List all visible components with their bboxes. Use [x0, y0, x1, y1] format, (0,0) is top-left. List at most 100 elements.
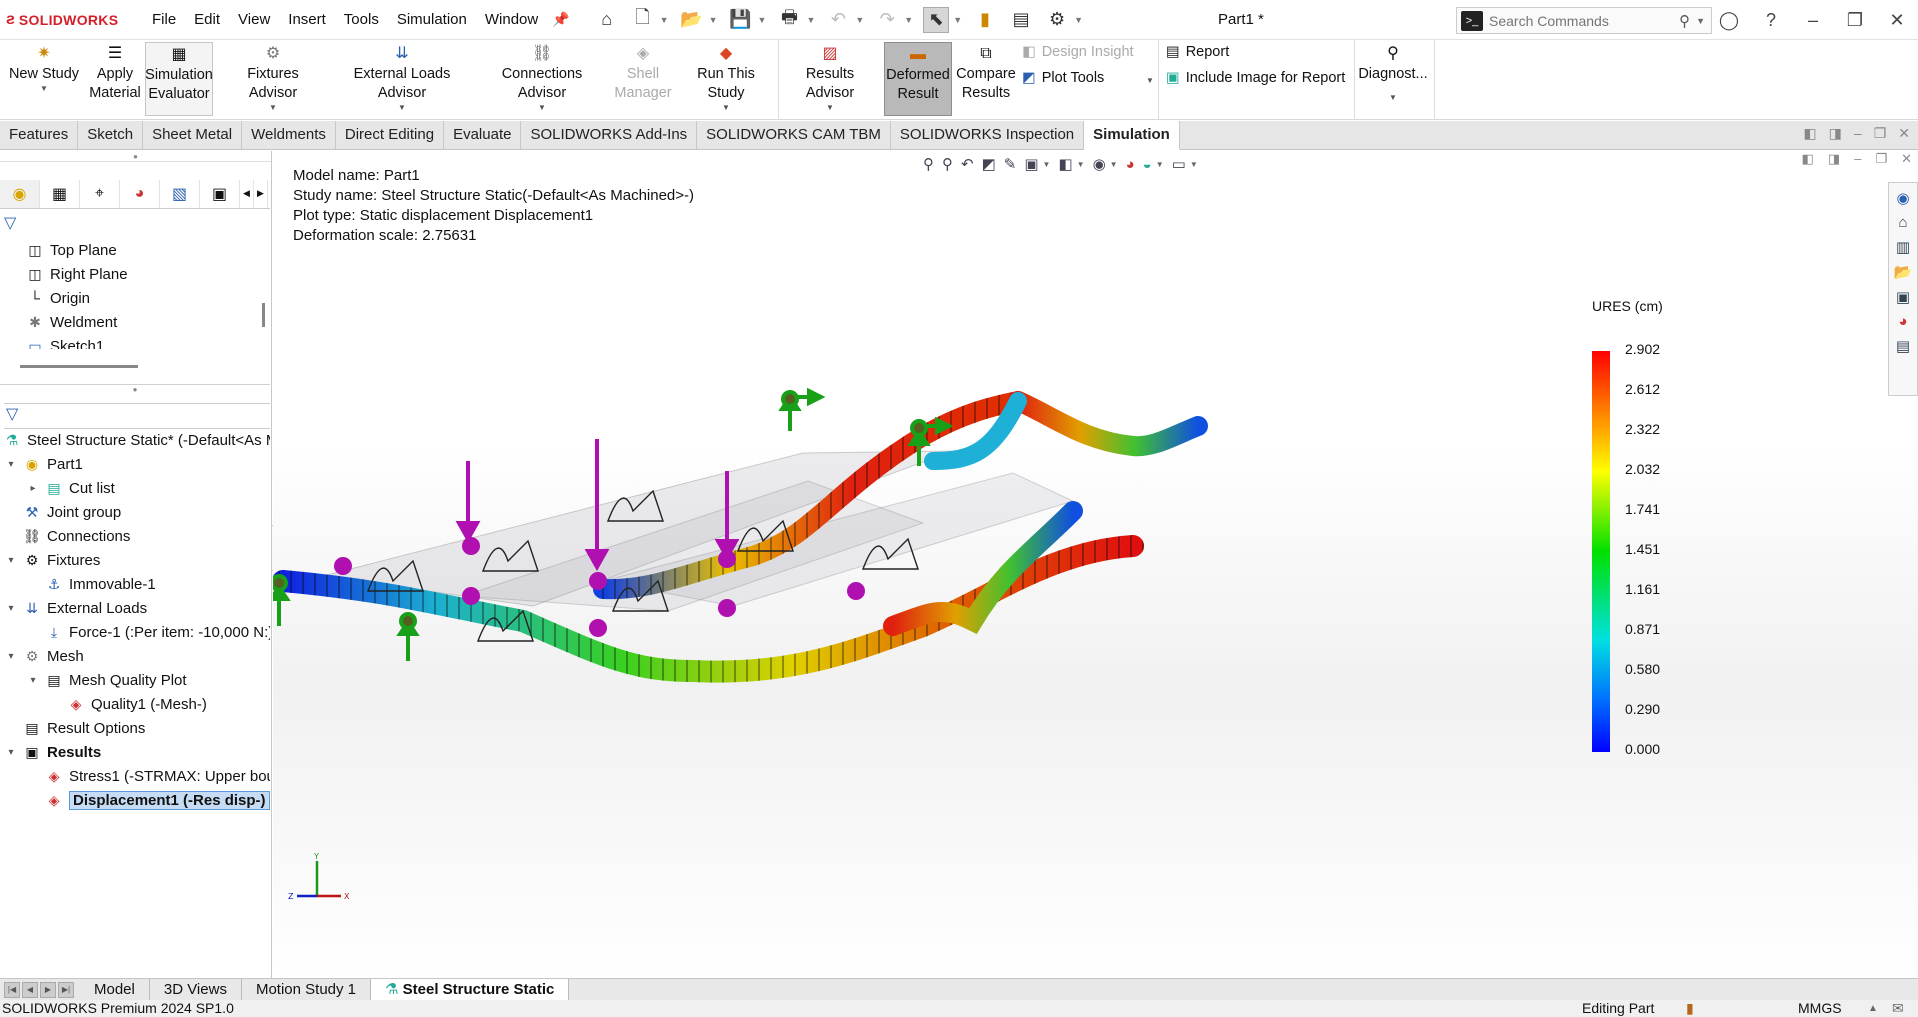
- shell-manager-button[interactable]: ◈ Shell Manager: [610, 42, 676, 116]
- tree-item-displacement1[interactable]: ◈ Displacement1 (-Res disp-): [44, 789, 270, 811]
- tree-item-joint-group[interactable]: ⚒ Joint group: [22, 501, 122, 523]
- panel-grip[interactable]: ●: [0, 151, 271, 162]
- section-view-icon[interactable]: ◩: [982, 155, 996, 173]
- zoom-to-area-icon[interactable]: ⚲: [942, 155, 953, 173]
- tree-item-external-loads[interactable]: ▾ ⇊ External Loads: [4, 597, 147, 619]
- tab-motion-study-1[interactable]: Motion Study 1: [242, 978, 372, 1001]
- tab-solidworks-cam-tbm[interactable]: SOLIDWORKS CAM TBM: [697, 121, 891, 150]
- tree-item-fixtures[interactable]: ▾ ⚙ Fixtures: [4, 549, 100, 571]
- minimize-icon[interactable]: –: [1854, 125, 1862, 142]
- menu-file[interactable]: File: [152, 11, 176, 28]
- tree-item-connections[interactable]: ⛓ Connections: [22, 525, 130, 547]
- new-study-button[interactable]: ✷ New Study ▼: [8, 42, 80, 116]
- tree-item-mesh-quality-plot[interactable]: ▾ ▤ Mesh Quality Plot: [26, 669, 186, 691]
- menu-window[interactable]: Window: [485, 11, 538, 28]
- chevron-down-icon[interactable]: ▼: [758, 15, 767, 25]
- tab-features[interactable]: Features: [0, 121, 79, 150]
- chevron-right-icon[interactable]: ▸: [26, 483, 40, 494]
- restore-icon[interactable]: ❐: [1875, 151, 1887, 167]
- chevron-down-icon[interactable]: ▼: [1190, 160, 1198, 169]
- options-gear-icon[interactable]: ⚙: [1044, 7, 1070, 33]
- chevron-down-icon[interactable]: ▼: [269, 103, 277, 113]
- plot-tools-button[interactable]: ◩ Plot Tools: [1022, 70, 1104, 86]
- panel-left-icon[interactable]: ◧: [1803, 125, 1816, 142]
- vertical-scrollbar[interactable]: [262, 303, 265, 327]
- units-selector[interactable]: MMGS: [1798, 1000, 1842, 1017]
- tree-item-cut-list[interactable]: ▸ ▤ Cut list: [26, 477, 114, 499]
- tab-3d-views[interactable]: 3D Views: [150, 978, 242, 1001]
- tree-item-results[interactable]: ▾ ▣ Results: [4, 741, 101, 763]
- design-library-icon[interactable]: ▥: [1896, 238, 1910, 256]
- previous-view-icon[interactable]: ↶: [961, 155, 974, 173]
- tree-item-study[interactable]: ⚗ Steel Structure Static* (-Default<As M: [2, 429, 270, 451]
- tree-item-origin[interactable]: └ Origin: [25, 287, 90, 309]
- tree-item-result-options[interactable]: ▤ Result Options: [22, 717, 145, 739]
- solidworks-logo[interactable]: ƨ SOLIDWORKS: [6, 11, 146, 29]
- chevron-down-icon[interactable]: ▼: [1696, 16, 1705, 26]
- tree-item-weldment[interactable]: ✱ Weldment: [25, 311, 117, 333]
- menu-tools[interactable]: Tools: [344, 11, 379, 28]
- report-button[interactable]: ▤ Report: [1166, 44, 1229, 60]
- tree-item-mesh[interactable]: ▾ ⚙ Mesh: [4, 645, 83, 667]
- menu-simulation[interactable]: Simulation: [397, 11, 467, 28]
- filter-icon[interactable]: ▽: [4, 213, 16, 233]
- restore-icon[interactable]: ❐: [1834, 10, 1876, 31]
- external-loads-advisor-button[interactable]: ⇊ External Loads Advisor ▼: [330, 42, 474, 116]
- chevron-down-icon[interactable]: ▼: [855, 15, 864, 25]
- tab-steel-structure-static[interactable]: ⚗ Steel Structure Static: [371, 978, 570, 1001]
- restore-icon[interactable]: ❐: [1874, 125, 1887, 142]
- simulation-evaluator-button[interactable]: ▦ Simulation Evaluator: [145, 42, 213, 116]
- close-icon[interactable]: ✕: [1876, 10, 1918, 31]
- solidworks-resources-icon[interactable]: ◉: [1896, 189, 1909, 207]
- menu-edit[interactable]: Edit: [194, 11, 220, 28]
- chevron-down-icon[interactable]: ▼: [709, 15, 718, 25]
- tree-item-quality1[interactable]: ◈ Quality1 (-Mesh-): [66, 693, 207, 715]
- message-icon[interactable]: ✉: [1892, 1000, 1904, 1017]
- design-insight-button[interactable]: ◧ Design Insight: [1022, 44, 1134, 60]
- results-advisor-button[interactable]: ▨ Results Advisor ▼: [782, 42, 878, 116]
- select-pointer-icon[interactable]: ⬉: [923, 6, 950, 33]
- home-icon[interactable]: ⌂: [594, 7, 620, 33]
- custom-properties-icon[interactable]: ▤: [1896, 337, 1910, 355]
- tree-item-immovable-1[interactable]: ⚓ Immovable-1: [44, 573, 156, 595]
- chevron-down-icon[interactable]: ▾: [4, 651, 18, 662]
- tab-evaluate[interactable]: Evaluate: [444, 121, 522, 150]
- last-tab-icon[interactable]: ▶|: [58, 981, 74, 998]
- dynamic-annotation-icon[interactable]: ✎: [1004, 155, 1017, 173]
- compare-results-button[interactable]: ⧉ Compare Results: [956, 42, 1016, 116]
- view-palette-icon[interactable]: ▣: [1896, 288, 1910, 306]
- tree-item-right-plane[interactable]: ◫ Right Plane: [25, 263, 127, 285]
- chevron-down-icon[interactable]: ▼: [904, 15, 913, 25]
- feature-manager-icon[interactable]: ◉: [0, 179, 40, 208]
- tree-item-sketch1[interactable]: ▭ Sketch1: [25, 335, 104, 350]
- chevron-left-icon[interactable]: ◀: [240, 179, 254, 208]
- home-icon[interactable]: ⌂: [1898, 214, 1907, 231]
- close-icon[interactable]: ✕: [1901, 151, 1912, 167]
- chevron-down-icon[interactable]: ▼: [1389, 93, 1397, 103]
- graphics-area[interactable]: Model name: Part1 Study name: Steel Stru…: [273, 151, 1918, 978]
- chevron-down-icon[interactable]: ▼: [953, 15, 962, 25]
- apply-material-button[interactable]: ☰ Apply Material: [86, 42, 144, 116]
- appearance-icon[interactable]: ◕: [1126, 156, 1135, 173]
- display-monitor-icon[interactable]: ▭: [1172, 155, 1186, 173]
- panel-right-icon[interactable]: ◨: [1828, 151, 1840, 167]
- chevron-down-icon[interactable]: ▼: [1043, 160, 1051, 169]
- tab-sketch[interactable]: Sketch: [78, 121, 144, 150]
- chevron-down-icon[interactable]: ▼: [826, 103, 834, 113]
- horizontal-scrollbar[interactable]: [20, 365, 138, 368]
- tab-simulation[interactable]: Simulation: [1084, 121, 1180, 150]
- chevron-down-icon[interactable]: ▾: [4, 555, 18, 566]
- pin-icon[interactable]: 📌: [552, 11, 569, 28]
- save-icon[interactable]: 💾: [728, 7, 754, 33]
- view-orientation-icon[interactable]: ▣: [1024, 155, 1038, 173]
- tree-item-force-1[interactable]: ⤓ Force-1 (:Per item: -10,000 N:): [44, 621, 270, 643]
- open-icon[interactable]: 📂: [679, 7, 705, 33]
- diagnostics-button[interactable]: ⚲ Diagnost... ▼: [1358, 42, 1428, 116]
- panel-splitter[interactable]: ●: [0, 384, 270, 394]
- display-style-icon[interactable]: ◧: [1058, 155, 1072, 173]
- print-icon[interactable]: 🖶: [776, 7, 802, 33]
- chevron-down-icon[interactable]: ▼: [538, 103, 546, 113]
- panel-right-icon[interactable]: ◨: [1829, 125, 1842, 142]
- chevron-down-icon[interactable]: ▼: [1110, 160, 1118, 169]
- tab-model[interactable]: Model: [80, 978, 150, 1001]
